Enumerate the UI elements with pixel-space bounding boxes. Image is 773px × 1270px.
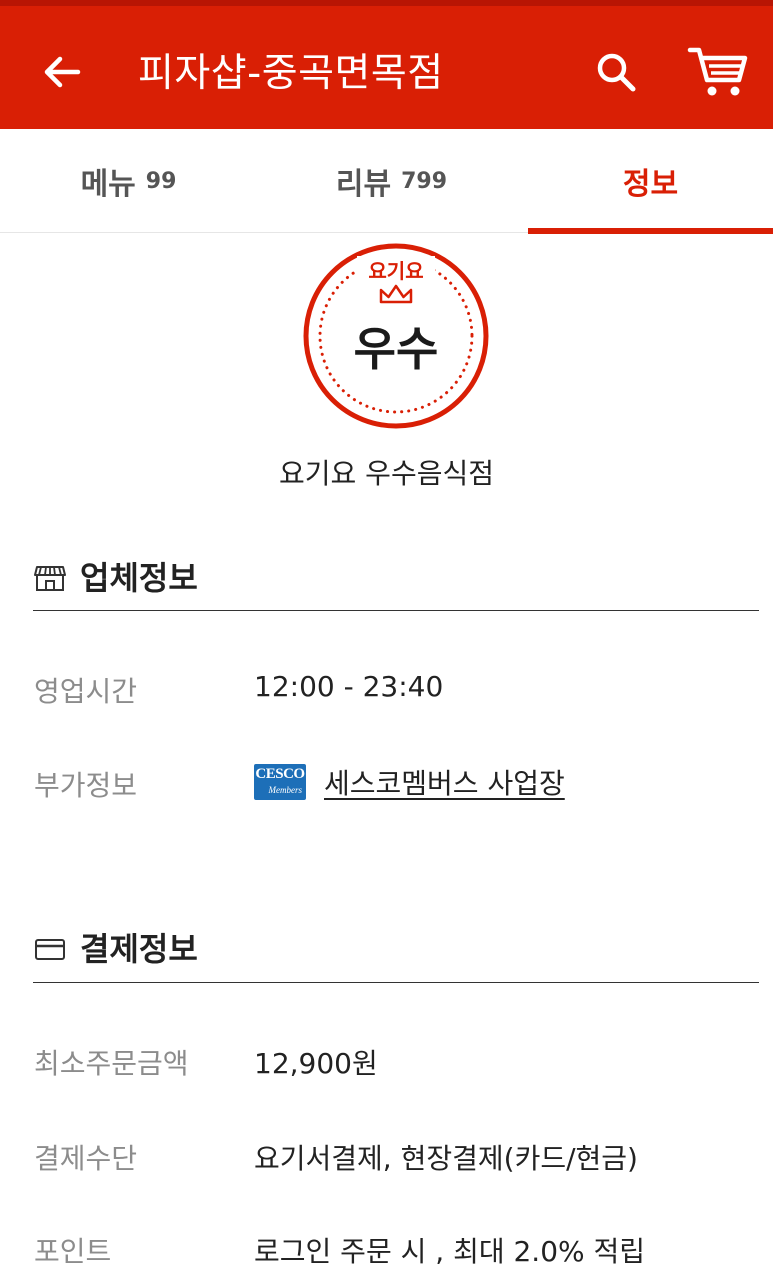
payment-method-value: 요기서결제, 현장결제(카드/현금) [254,1142,638,1175]
logo-text: CESCO [255,766,305,782]
points-value: 로그인 주문 시 , 최대 2.0% 적립 [254,1235,646,1268]
store-icon [34,562,66,591]
extra-info-label: 부가정보 [34,769,138,802]
excellent-restaurant-badge: 요기요 우수 [302,242,490,430]
credit-card-icon [34,933,66,961]
payment-method-label: 결제수단 [34,1142,138,1175]
hours-value: 12:00 - 23:40 [254,670,444,703]
back-arrow-icon[interactable] [40,50,84,94]
section-title-text: 결제정보 [80,930,198,968]
page-title: 피자샵-중곡면목점 [138,51,444,96]
tab-label: 리뷰 [335,167,392,202]
tab-info[interactable]: 정보 [528,129,773,234]
tab-label: 정보 [622,167,679,202]
points-label: 포인트 [34,1235,112,1268]
min-order-value: 12,900원 [254,1047,378,1080]
hours-label: 영업시간 [34,675,138,708]
min-order-label: 최소주문금액 [34,1047,189,1080]
cesco-logo: CESCO Members [254,764,306,800]
cesco-members-link[interactable]: 세스코멤버스 사업장 [324,762,565,802]
section-business-info: 업체정보 [34,553,198,599]
badge-caption: 요기요 우수음식점 [279,457,494,490]
tab-bar: 메뉴 99 리뷰 799 정보 [0,129,773,234]
cart-icon[interactable] [686,44,750,100]
search-icon[interactable] [594,50,638,94]
tab-count: 799 [401,168,448,194]
tab-reviews[interactable]: 리뷰 799 [263,129,520,233]
divider [33,610,759,611]
section-title-text: 업체정보 [80,559,198,597]
tab-label: 메뉴 [80,167,136,202]
logo-subtext: Members [268,785,303,795]
badge-main-text: 우수 [354,322,439,376]
app-bar: 피자샵-중곡면목점 [0,0,773,129]
section-payment-info: 결제정보 [34,924,198,970]
tab-count: 99 [145,168,177,194]
tab-menu[interactable]: 메뉴 99 [0,129,257,233]
badge-top-text: 요기요 [368,259,423,283]
divider [33,982,759,983]
